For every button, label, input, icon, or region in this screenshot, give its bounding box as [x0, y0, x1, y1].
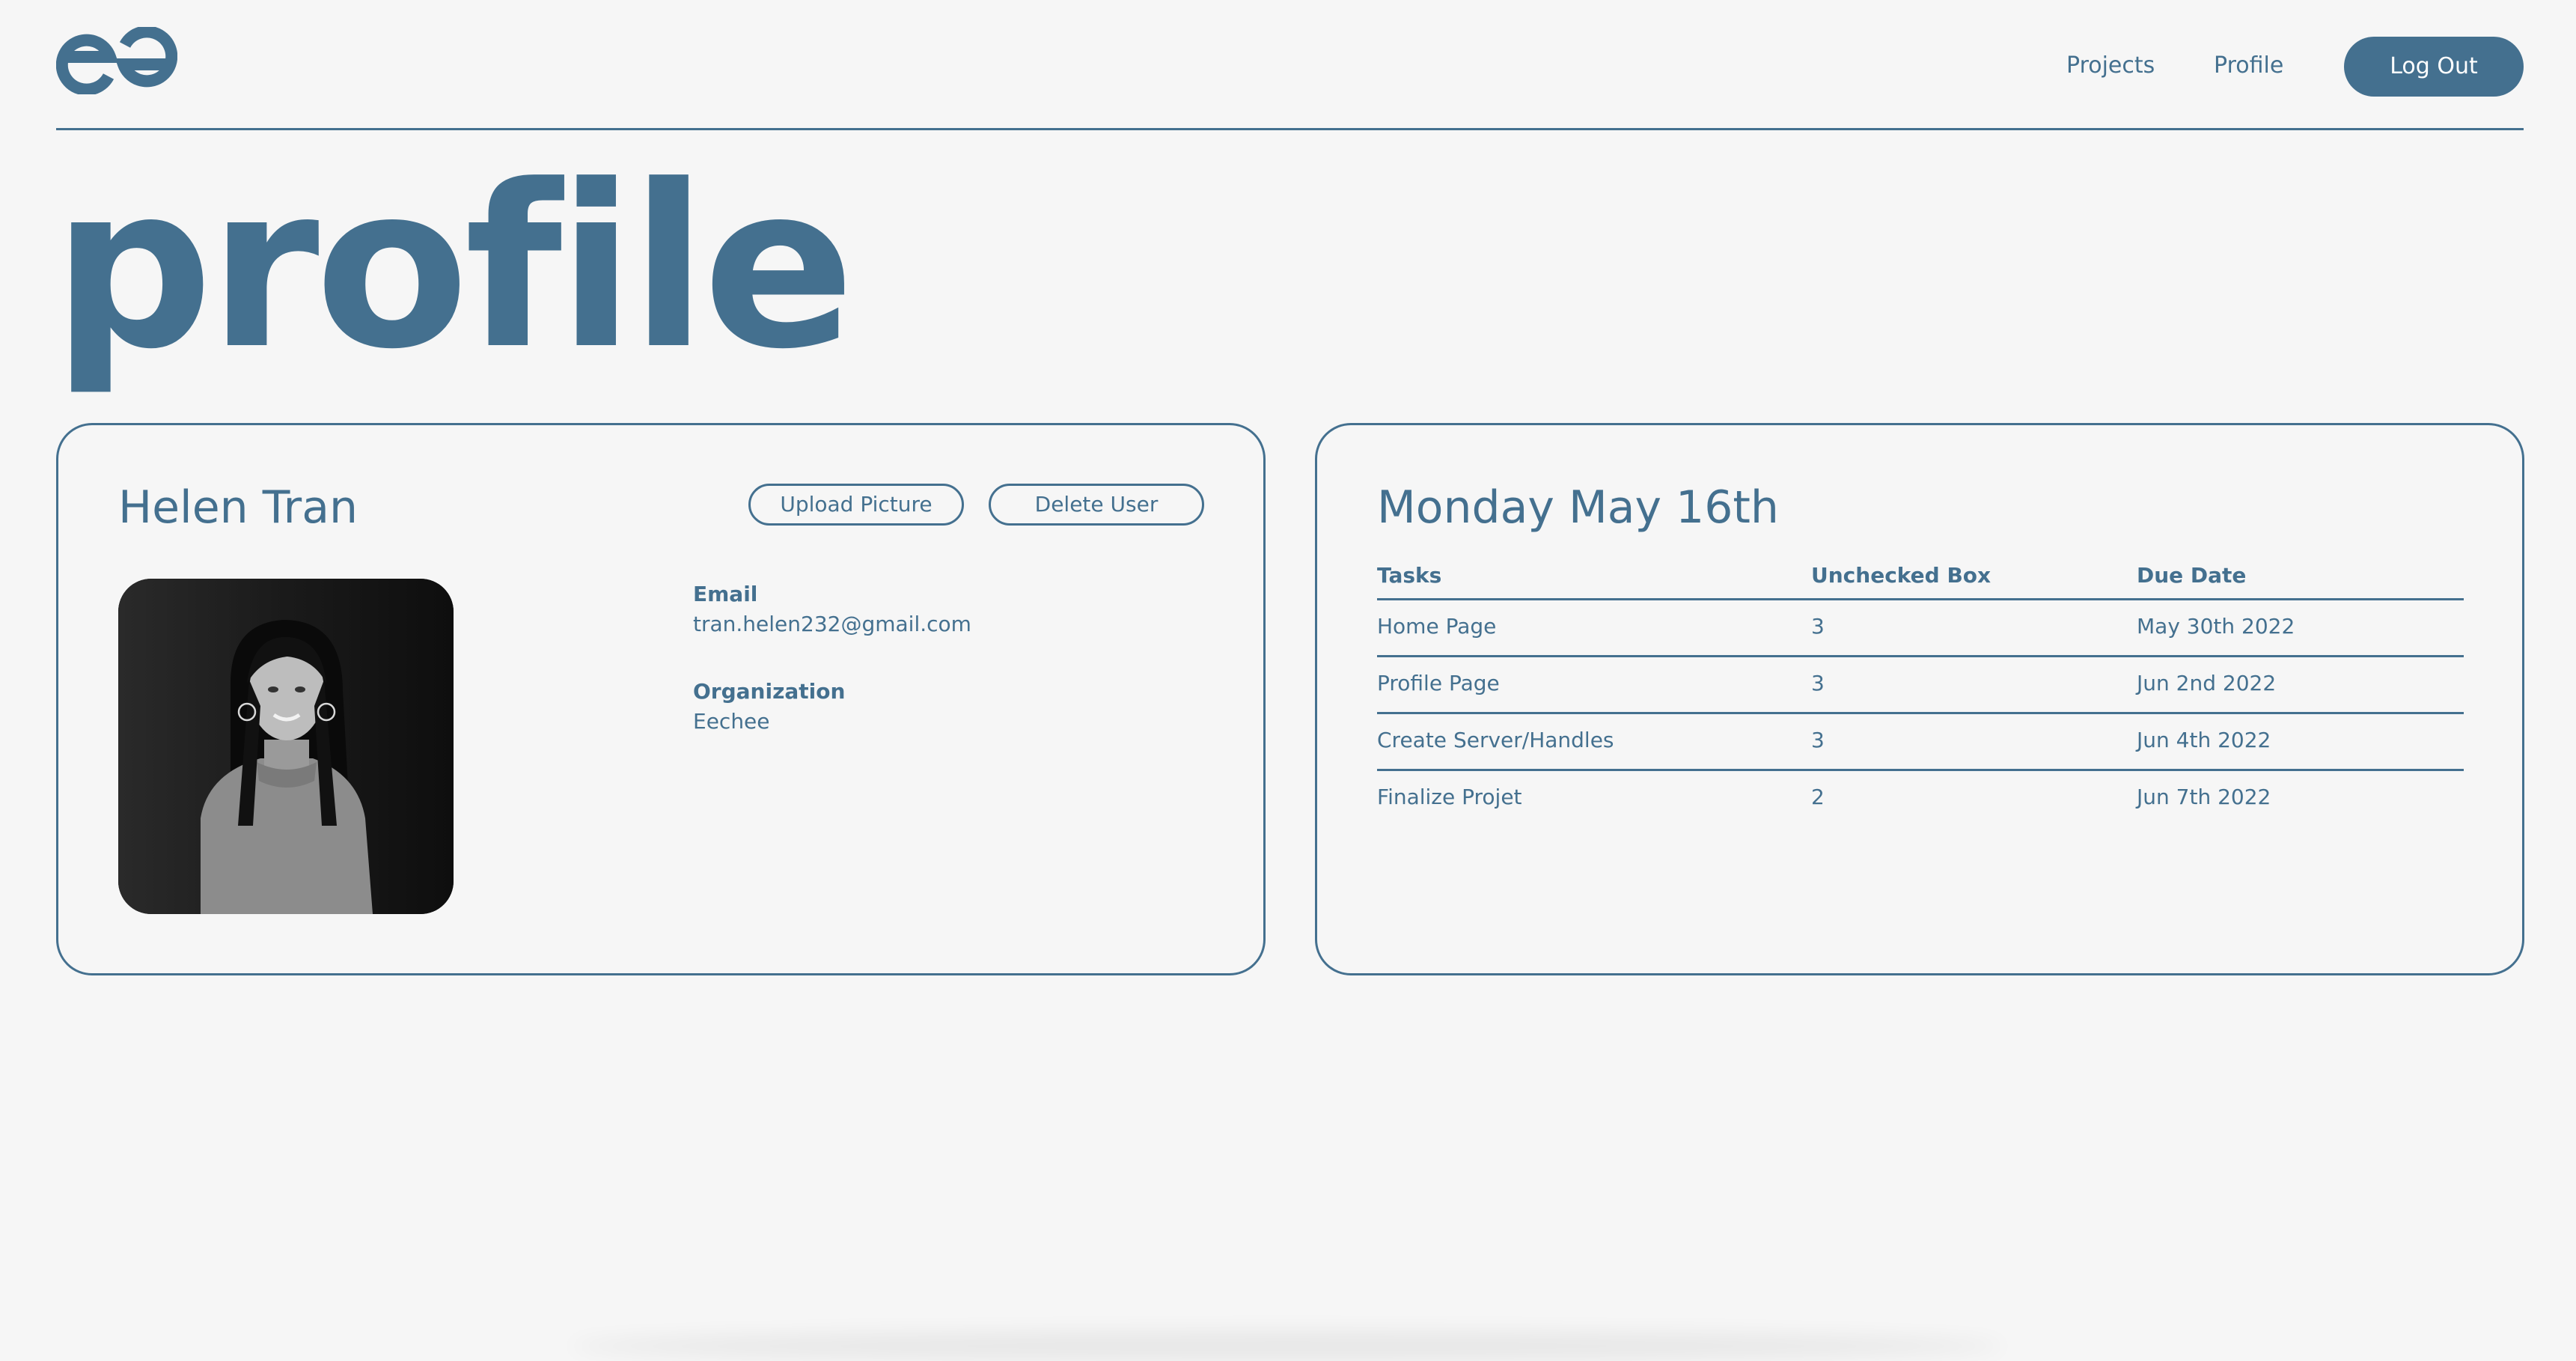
eechee-logo[interactable] — [56, 27, 177, 94]
task-due-date: Jun 7th 2022 — [2137, 785, 2271, 809]
page-title: profile — [52, 137, 855, 398]
organization-value: Eechee — [693, 709, 770, 734]
task-unchecked-count: 2 — [1811, 785, 1825, 809]
column-header-tasks: Tasks — [1377, 563, 1442, 588]
bottom-shadow — [569, 1331, 2006, 1361]
email-label: Email — [693, 582, 758, 606]
delete-user-button[interactable]: Delete User — [989, 484, 1204, 526]
task-due-date: May 30th 2022 — [2137, 614, 2295, 639]
tasks-table: Tasks Unchecked Box Due Date Home Page 3… — [1377, 552, 2464, 828]
task-due-date: Jun 2nd 2022 — [2137, 671, 2277, 695]
task-unchecked-count: 3 — [1811, 614, 1825, 639]
nav-projects-link[interactable]: Projects — [2066, 52, 2155, 79]
table-row[interactable]: Profile Page 3 Jun 2nd 2022 — [1377, 657, 2464, 714]
date-heading: Monday May 16th — [1377, 481, 1779, 534]
column-header-unchecked-box: Unchecked Box — [1811, 563, 1991, 588]
task-name: Profile Page — [1377, 671, 1500, 695]
task-unchecked-count: 3 — [1811, 728, 1825, 752]
log-out-button[interactable]: Log Out — [2344, 37, 2524, 97]
profile-card: Helen Tran Upload Picture Delete User Em… — [56, 423, 1266, 975]
top-nav-bar: Projects Profile Log Out — [56, 0, 2524, 130]
column-header-due-date: Due Date — [2137, 563, 2247, 588]
task-name: Create Server/Handles — [1377, 728, 1614, 752]
organization-label: Organization — [693, 679, 846, 704]
table-row[interactable]: Create Server/Handles 3 Jun 4th 2022 — [1377, 714, 2464, 771]
table-row[interactable]: Home Page 3 May 30th 2022 — [1377, 600, 2464, 657]
task-due-date: Jun 4th 2022 — [2137, 728, 2271, 752]
email-value: tran.helen232@gmail.com — [693, 612, 971, 636]
table-row[interactable]: Finalize Projet 2 Jun 7th 2022 — [1377, 771, 2464, 828]
table-header-row: Tasks Unchecked Box Due Date — [1377, 552, 2464, 600]
upload-picture-button[interactable]: Upload Picture — [748, 484, 964, 526]
tasks-card: Monday May 16th Tasks Unchecked Box Due … — [1315, 423, 2524, 975]
task-name: Finalize Projet — [1377, 785, 1522, 809]
user-name: Helen Tran — [118, 481, 358, 534]
nav-profile-link[interactable]: Profile — [2214, 52, 2283, 79]
task-name: Home Page — [1377, 614, 1497, 639]
profile-photo — [118, 579, 454, 914]
task-unchecked-count: 3 — [1811, 671, 1825, 695]
avatar — [118, 579, 454, 914]
